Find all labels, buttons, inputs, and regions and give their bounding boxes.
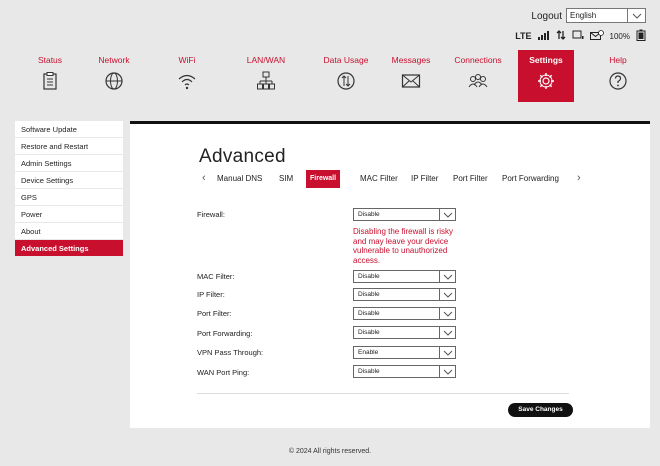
battery-icon bbox=[636, 29, 646, 43]
port-filter-select-value: Disable bbox=[358, 310, 380, 317]
logout-link[interactable]: Logout bbox=[531, 11, 562, 22]
sidebar-item-admin-settings[interactable]: Admin Settings bbox=[15, 155, 123, 172]
message-icon bbox=[589, 30, 604, 42]
vpn-pass-through-select-value: Enable bbox=[358, 349, 379, 356]
sidebar-item-gps[interactable]: GPS bbox=[15, 189, 123, 206]
chevron-down-icon bbox=[439, 209, 455, 220]
port-forwarding-select[interactable]: Disable bbox=[353, 326, 456, 339]
network-tree-icon bbox=[257, 71, 275, 90]
nav-wifi-label: WiFi bbox=[178, 55, 196, 65]
nav-settings[interactable]: Settings bbox=[518, 50, 574, 102]
nav-wifi[interactable]: WiFi bbox=[159, 50, 215, 102]
tab-manual-dns[interactable]: Manual DNS bbox=[217, 170, 262, 188]
main-nav: Status Network WiFi LAN/WAN Data Usage M… bbox=[18, 50, 648, 102]
nav-status[interactable]: Status bbox=[22, 50, 78, 102]
nav-connections-label: Connections bbox=[454, 55, 502, 65]
port-filter-label: Port Filter: bbox=[197, 309, 232, 318]
top-bar: Logout English LTE 100% bbox=[350, 8, 650, 48]
ip-filter-select[interactable]: Disable bbox=[353, 288, 456, 301]
battery-percent: 100% bbox=[609, 31, 630, 41]
tab-firewall[interactable]: Firewall bbox=[306, 170, 341, 188]
sidebar-item-device-settings[interactable]: Device Settings bbox=[15, 172, 123, 189]
nav-help-label: Help bbox=[609, 55, 627, 65]
chevron-down-icon bbox=[627, 9, 645, 22]
vpn-pass-through-label: VPN Pass Through: bbox=[197, 348, 264, 357]
data-transfer-icon bbox=[556, 30, 566, 42]
envelope-icon bbox=[401, 74, 421, 88]
vpn-pass-through-select[interactable]: Enable bbox=[353, 346, 456, 359]
ip-filter-select-value: Disable bbox=[358, 291, 380, 298]
footer-copyright: © 2024 All rights reserved. bbox=[288, 448, 372, 455]
firewall-warning: Disabling the firewall is risky and may … bbox=[353, 227, 454, 265]
mac-filter-select-value: Disable bbox=[358, 273, 380, 280]
wan-port-ping-label: WAN Port Ping: bbox=[197, 368, 250, 377]
sidebar-item-software-update[interactable]: Software Update bbox=[15, 121, 123, 138]
nav-network-label: Network bbox=[98, 55, 130, 65]
mac-filter-select[interactable]: Disable bbox=[353, 270, 456, 283]
port-filter-select[interactable]: Disable bbox=[353, 307, 456, 320]
sidebar-item-about[interactable]: About bbox=[15, 223, 123, 240]
main-panel: Advanced ‹ Manual DNS SIM Firewall MAC F… bbox=[130, 121, 650, 428]
network-type: LTE bbox=[515, 31, 532, 41]
language-select-value: English bbox=[570, 11, 597, 20]
sidebar-item-power[interactable]: Power bbox=[15, 206, 123, 223]
data-usage-icon bbox=[337, 72, 355, 90]
chevron-down-icon bbox=[439, 271, 455, 282]
gear-icon bbox=[538, 73, 554, 89]
tab-port-filter[interactable]: Port Filter bbox=[453, 170, 488, 188]
clipboard-icon bbox=[43, 72, 57, 90]
chevron-right-icon[interactable]: › bbox=[577, 170, 581, 187]
nav-settings-label: Settings bbox=[529, 55, 563, 65]
sidebar-item-advanced-settings[interactable]: Advanced Settings bbox=[15, 240, 123, 257]
nav-network[interactable]: Network bbox=[86, 50, 142, 102]
firewall-select-value: Disable bbox=[358, 211, 380, 218]
tab-mac-filter[interactable]: MAC Filter bbox=[360, 170, 398, 188]
mac-filter-label: MAC Filter: bbox=[197, 272, 235, 281]
save-changes-button[interactable]: Save Changes bbox=[508, 403, 573, 417]
settings-sidebar: Software Update Restore and Restart Admi… bbox=[15, 121, 123, 257]
device-icon bbox=[572, 30, 584, 42]
status-indicators: LTE 100% bbox=[515, 29, 646, 43]
port-forwarding-label: Port Forwarding: bbox=[197, 329, 253, 338]
chevron-down-icon bbox=[439, 308, 455, 319]
wan-port-ping-select-value: Disable bbox=[358, 368, 380, 375]
globe-icon bbox=[105, 72, 123, 90]
firewall-select[interactable]: Disable bbox=[353, 208, 456, 221]
chevron-down-icon bbox=[439, 347, 455, 358]
form-divider bbox=[197, 393, 569, 394]
tab-ip-filter[interactable]: IP Filter bbox=[411, 170, 438, 188]
chevron-down-icon bbox=[439, 366, 455, 377]
nav-status-label: Status bbox=[37, 55, 63, 65]
wan-port-ping-select[interactable]: Disable bbox=[353, 365, 456, 378]
wifi-icon bbox=[178, 74, 196, 90]
port-forwarding-select-value: Disable bbox=[358, 329, 380, 336]
sidebar-item-restore-restart[interactable]: Restore and Restart bbox=[15, 138, 123, 155]
tab-sim[interactable]: SIM bbox=[279, 170, 293, 188]
nav-lan-wan-label: LAN/WAN bbox=[246, 55, 286, 65]
page-title: Advanced bbox=[199, 146, 286, 167]
nav-messages-label: Messages bbox=[391, 55, 431, 65]
chevron-left-icon[interactable]: ‹ bbox=[202, 170, 206, 187]
help-icon bbox=[609, 72, 627, 90]
tab-port-forwarding[interactable]: Port Forwarding bbox=[502, 170, 559, 188]
chevron-down-icon bbox=[439, 289, 455, 300]
ip-filter-label: IP Filter: bbox=[197, 290, 225, 299]
nav-lan-wan[interactable]: LAN/WAN bbox=[238, 50, 294, 102]
signal-icon bbox=[537, 30, 550, 42]
nav-connections[interactable]: Connections bbox=[450, 50, 506, 102]
chevron-down-icon bbox=[439, 327, 455, 338]
nav-messages[interactable]: Messages bbox=[383, 50, 439, 102]
nav-data-usage[interactable]: Data Usage bbox=[318, 50, 374, 102]
language-select[interactable]: English bbox=[566, 8, 646, 23]
nav-help[interactable]: Help bbox=[590, 50, 646, 102]
firewall-label: Firewall: bbox=[197, 210, 225, 219]
nav-data-usage-label: Data Usage bbox=[323, 55, 369, 65]
users-icon bbox=[468, 74, 488, 88]
